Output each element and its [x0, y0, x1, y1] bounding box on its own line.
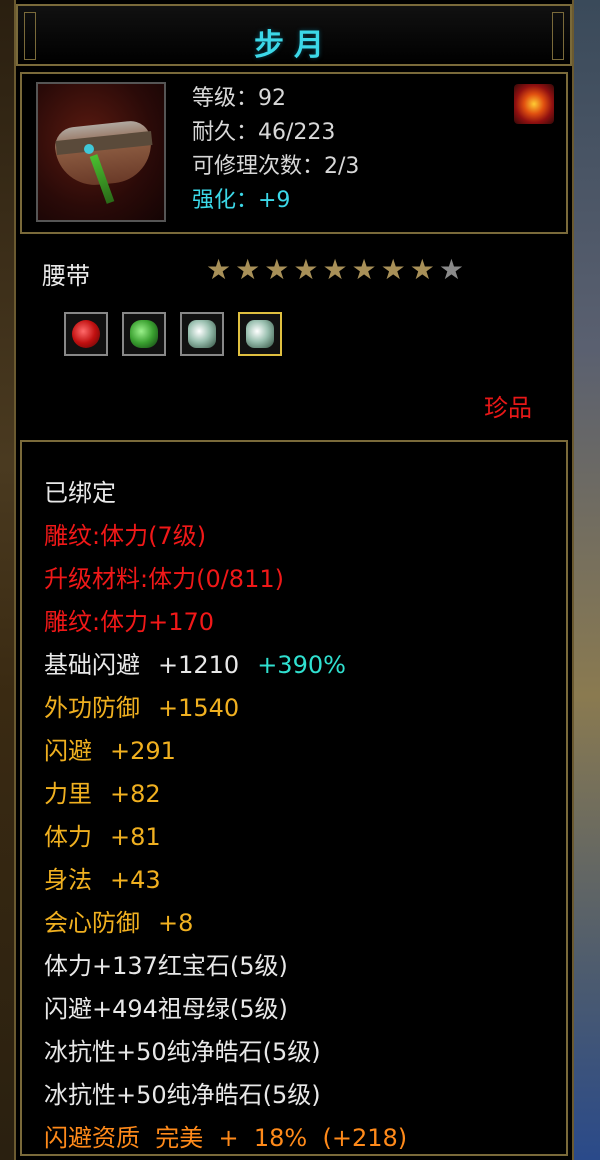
header-stats: 等级：92 耐久：46/223 可修理次数：2/3 强化：+9: [192, 82, 359, 218]
star-icon: ★: [264, 253, 294, 286]
star-icon: ★: [351, 253, 381, 286]
item-level: 等级：92: [192, 86, 286, 111]
star-icon: ★: [206, 253, 236, 286]
external-defense-row: 外功防御 +1540: [44, 694, 240, 722]
title-bar: 步月: [16, 4, 572, 66]
star-icon: ★: [293, 253, 323, 286]
star-icon: ★: [235, 253, 265, 286]
fire-orb-icon: [514, 84, 554, 124]
bound-status: 已绑定: [44, 479, 116, 507]
background-left: [0, 0, 14, 1160]
engrave-bonus-line: 雕纹:体力+170: [44, 608, 215, 636]
rarity-label: 珍品: [484, 394, 532, 422]
star-icon: ★: [322, 253, 352, 286]
item-name: 步月: [254, 28, 334, 63]
gem-bonus-line: 冰抗性+50纯净皓石(5级): [44, 1038, 321, 1066]
attributes-list: 已绑定 雕纹:体力(7级) 升级材料:体力(0/811) 雕纹:体力+170 基…: [44, 472, 407, 1160]
base-dodge-row: 基础闪避 +1210 +390%: [44, 651, 346, 679]
item-header: 等级：92 耐久：46/223 可修理次数：2/3 强化：+9: [20, 72, 568, 234]
background-right: [574, 0, 600, 1160]
attributes-panel: 已绑定 雕纹:体力(7级) 升级材料:体力(0/811) 雕纹:体力+170 基…: [20, 440, 568, 1156]
star-empty-icon: ★: [438, 253, 468, 286]
item-tooltip: 步月 等级：92 耐久：46/223 可修理次数：2/3 强化：+9 腰带 ★★…: [14, 0, 574, 1160]
gem-bonus-line: 闪避+494祖母绿(5级): [44, 995, 288, 1023]
star-rating: ★★★★★★★★★: [206, 254, 468, 286]
strength-row: 力里 +82: [44, 780, 161, 808]
gem-bonus-line: 体力+137红宝石(5级): [44, 952, 288, 980]
engrave-line: 雕纹:体力(7级): [44, 522, 207, 550]
upgrade-material-line: 升级材料:体力(0/811): [44, 565, 284, 593]
gem-bonus-line: 冰抗性+50纯净皓石(5级): [44, 1081, 321, 1109]
white-gem-icon: [238, 312, 282, 356]
green-gem-icon: [122, 312, 166, 356]
item-repair-count: 可修理次数：2/3: [192, 154, 360, 179]
star-icon: ★: [409, 253, 439, 286]
stamina-row: 体力 +81: [44, 823, 161, 851]
agility-row: 身法 +43: [44, 866, 161, 894]
belt-icon: [36, 82, 166, 222]
dodge-row: 闪避 +291: [44, 737, 176, 765]
star-icon: ★: [380, 253, 410, 286]
white-gem-icon: [180, 312, 224, 356]
quality-line: 闪避资质 完美 + 18% (+218): [44, 1124, 408, 1152]
item-enhance: 强化：+9: [192, 188, 291, 213]
crit-defense-row: 会心防御 +8: [44, 909, 194, 937]
item-durability: 耐久：46/223: [192, 120, 336, 145]
item-type: 腰带: [42, 262, 90, 290]
red-gem-icon: [64, 312, 108, 356]
